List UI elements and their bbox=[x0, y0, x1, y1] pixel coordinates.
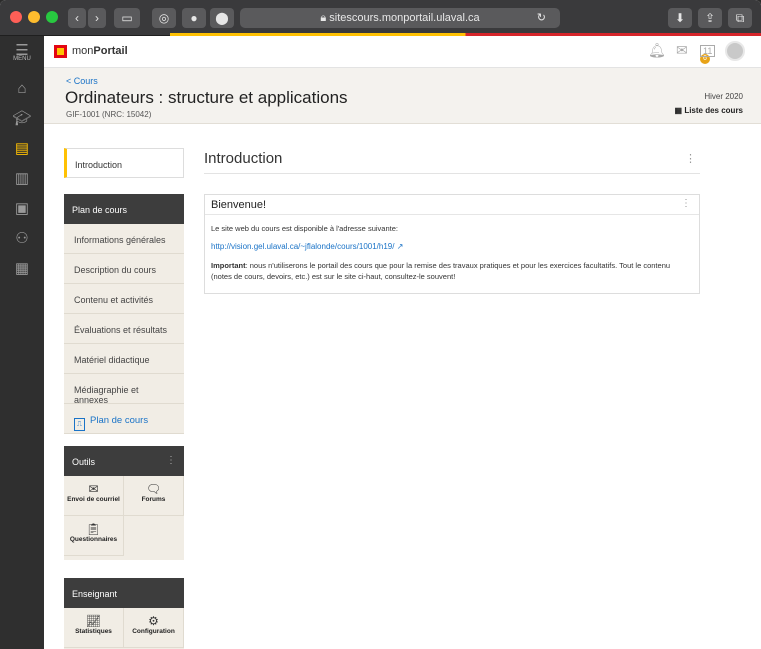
sidebar-item-materiel[interactable]: Matériel didactique bbox=[64, 344, 184, 374]
sidebar-item-introduction[interactable]: Introduction bbox=[64, 148, 184, 178]
browser-toolbar: ‹ › ▭ ◎ ● ⬤ 🔒︎ sitescours.monportail.ula… bbox=[0, 0, 761, 36]
share-icon[interactable]: ⇪ bbox=[698, 8, 722, 28]
sidebar-item-mediagraphie[interactable]: Médiagraphie et annexes bbox=[64, 374, 184, 405]
bookmark-icon[interactable]: ● bbox=[182, 8, 206, 28]
sidebar-toggle-icon[interactable]: ▭ bbox=[114, 8, 140, 28]
tools-grid: ✉ Envoi de courriel 🗨︎ Forums 📋︎ Questionna… bbox=[64, 476, 184, 560]
extension-icon[interactable]: ⬤ bbox=[210, 8, 234, 28]
welcome-card: Bienvenue! ⋮ Le site web du cours est di… bbox=[204, 194, 700, 294]
avatar[interactable] bbox=[725, 41, 745, 61]
forums-label: Forums bbox=[141, 496, 166, 503]
zoom-window-button[interactable] bbox=[46, 11, 58, 23]
grid-icon: ▦ bbox=[674, 106, 685, 115]
page-options-icon[interactable]: ⋮ bbox=[685, 152, 696, 165]
teacher-section-heading: Enseignant bbox=[64, 578, 184, 608]
logo-prefix: mon bbox=[72, 45, 94, 57]
side-rail: ☰ MENU ⌂ 🎓︎ ▤ ▥ ▣ ⚇ ▦ bbox=[0, 36, 44, 649]
questionnaires-label: Questionnaires bbox=[69, 536, 118, 543]
sidebar-item-contenu[interactable]: Contenu et activités bbox=[64, 284, 184, 314]
mail-icon[interactable]: ✉ bbox=[676, 42, 688, 59]
portal-header: monPortail 🔔︎ ✉ 6 11 bbox=[44, 36, 761, 68]
envelope-icon: ✉ bbox=[88, 482, 99, 496]
lock-icon: 🔒︎ bbox=[320, 12, 330, 24]
url-text: sitescours.monportail.ulaval.ca bbox=[329, 12, 480, 24]
card-intro-text: Le site web du cours est disponible à l'… bbox=[211, 224, 398, 233]
forward-arrow-icon[interactable]: › bbox=[88, 8, 106, 28]
plan-section-heading: Plan de cours bbox=[64, 194, 184, 224]
browser-window: ‹ › ▭ ◎ ● ⬤ 🔒︎ sitescours.monportail.ula… bbox=[0, 0, 761, 649]
address-bar[interactable]: 🔒︎ sitescours.monportail.ulaval.ca ↻ bbox=[240, 8, 560, 28]
course-code: GIF-1001 (NRC: 15042) bbox=[66, 110, 152, 119]
people-icon[interactable]: ⚇ bbox=[0, 224, 44, 254]
course-sites-icon[interactable]: ▤ bbox=[0, 134, 44, 164]
privacy-icon[interactable]: ◎ bbox=[152, 8, 176, 28]
sidebar-item-evaluations[interactable]: Évaluations et résultats bbox=[64, 314, 184, 344]
card-title: Bienvenue! bbox=[211, 199, 267, 211]
course-list-link[interactable]: ▦ Liste des cours bbox=[675, 106, 743, 115]
report-icon[interactable]: ▦ bbox=[0, 254, 44, 284]
card-header: Bienvenue! ⋮ bbox=[205, 195, 699, 215]
course-title: Ordinateurs : structure et applications bbox=[65, 88, 348, 107]
clipboard-icon: 📋︎ bbox=[85, 522, 102, 536]
important-body: : nous n'utiliserons le portail des cour… bbox=[211, 261, 671, 281]
minimize-window-button[interactable] bbox=[28, 11, 40, 23]
ulaval-logo-icon[interactable] bbox=[54, 45, 67, 58]
calendar-icon[interactable]: 11 bbox=[700, 45, 716, 57]
send-email-label: Envoi de courriel bbox=[67, 496, 120, 503]
document-icon[interactable]: ▥ bbox=[0, 164, 44, 194]
teacher-tools-grid: 📈︎ Statistiques ⚙ Configuration bbox=[64, 608, 184, 649]
sidebar-item-informations[interactable]: Informations générales bbox=[64, 224, 184, 254]
tools-heading-label: Outils bbox=[72, 457, 96, 467]
course-website-url: http://vision.gel.ulaval.ca/~jflalonde/c… bbox=[211, 242, 395, 251]
tools-section-heading: Outils ⋮ bbox=[64, 446, 184, 476]
reload-icon[interactable]: ↻ bbox=[537, 8, 546, 28]
course-list-label: Liste des cours bbox=[684, 106, 743, 115]
bell-icon[interactable]: 🔔︎ bbox=[648, 42, 666, 59]
home-icon[interactable]: ⌂ bbox=[0, 74, 44, 104]
forums-tool[interactable]: 🗨︎ Forums bbox=[124, 476, 184, 516]
gear-icon: ⚙ bbox=[148, 614, 159, 628]
sidebar-item-description[interactable]: Description du cours bbox=[64, 254, 184, 284]
course-banner: < Cours Ordinateurs : structure et appli… bbox=[44, 68, 761, 124]
tabs-icon[interactable]: ⧉ bbox=[728, 8, 752, 28]
speech-bubble-icon: 🗨︎ bbox=[145, 482, 162, 496]
card-options-icon[interactable]: ⋮ bbox=[681, 198, 691, 209]
portal-logo-text[interactable]: monPortail bbox=[72, 45, 128, 57]
external-link-icon: ↗ bbox=[396, 242, 404, 251]
important-label: Important bbox=[211, 261, 246, 270]
title-divider bbox=[204, 173, 700, 174]
back-arrow-icon[interactable]: ‹ bbox=[68, 8, 86, 28]
back-to-courses-link[interactable]: < Cours bbox=[66, 76, 98, 86]
configuration-label: Configuration bbox=[132, 628, 175, 635]
configuration-tool[interactable]: ⚙ Configuration bbox=[124, 608, 184, 648]
send-email-tool[interactable]: ✉ Envoi de courriel bbox=[64, 476, 124, 516]
statistics-tool[interactable]: 📈︎ Statistiques bbox=[64, 608, 124, 648]
download-icon[interactable]: ⬇ bbox=[668, 8, 692, 28]
graduation-cap-icon[interactable]: 🎓︎ bbox=[0, 104, 44, 134]
card-important-text: Important: nous n'utiliserons le portail… bbox=[211, 260, 681, 282]
course-website-link[interactable]: http://vision.gel.ulaval.ca/~jflalonde/c… bbox=[211, 242, 403, 251]
menu-label: MENU bbox=[13, 56, 31, 62]
plan-pdf-label: Plan de cours bbox=[90, 415, 149, 426]
chart-icon: 📈︎ bbox=[85, 614, 102, 628]
statistics-label: Statistiques bbox=[75, 628, 112, 635]
page-title: Introduction bbox=[204, 150, 283, 167]
close-window-button[interactable] bbox=[10, 11, 22, 23]
briefcase-icon[interactable]: ▣ bbox=[0, 194, 44, 224]
logo-bold: Portail bbox=[93, 45, 128, 57]
session-label: Hiver 2020 bbox=[704, 92, 743, 101]
questionnaires-tool[interactable]: 📋︎ Questionnaires bbox=[64, 516, 124, 556]
plan-de-cours-pdf-link[interactable]: ⎍ Plan de cours bbox=[64, 404, 184, 434]
pdf-icon: ⎍ bbox=[74, 418, 85, 431]
more-options-icon[interactable]: ⋮ bbox=[166, 455, 176, 466]
